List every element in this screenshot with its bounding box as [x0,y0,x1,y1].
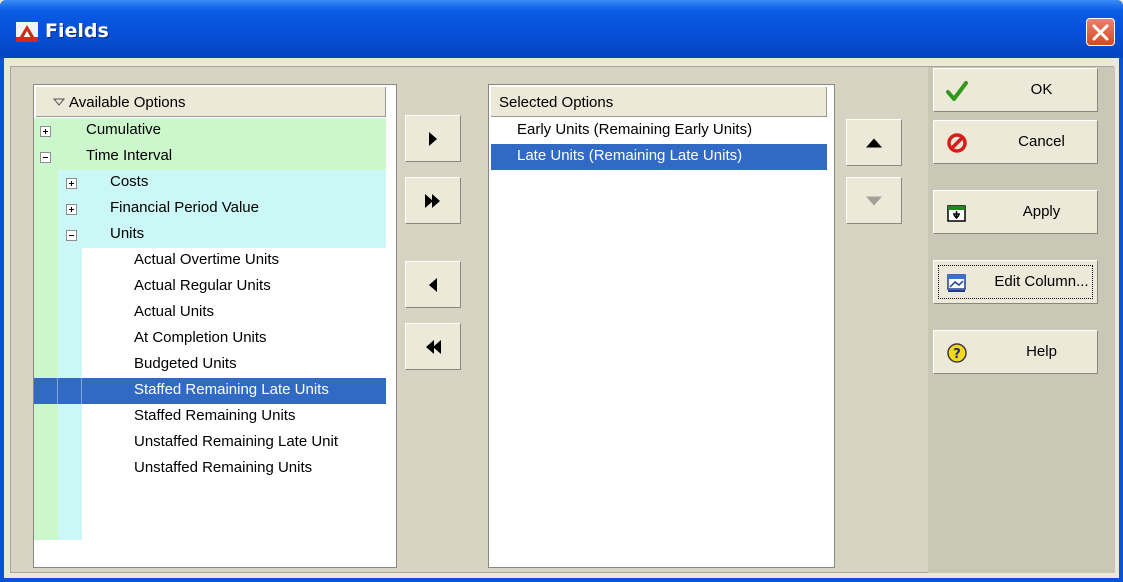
content-area: Available Options Cumulative Time Interv… [10,66,1115,573]
app-icon [16,22,38,42]
tree-item-staffed-remaining-late-units[interactable]: Staffed Remaining Late Units [34,378,386,404]
collapse-triangle-icon [53,98,65,106]
tree-item-label: Actual Units [134,303,215,320]
cancel-button[interactable]: Cancel [933,120,1098,164]
help-button[interactable]: ? Help [933,330,1098,374]
selected-item-label: Late Units (Remaining Late Units) [517,147,743,164]
tree-item-label: Unstaffed Remaining Late Unit [134,433,339,450]
selected-item-label: Early Units (Remaining Early Units) [517,121,753,138]
title-bar[interactable]: Fields [0,0,1123,58]
tree-item-label: Costs [110,173,149,190]
edit-column-icon [947,274,966,292]
tree-item-label: Units [110,225,145,242]
add-all-button[interactable] [405,177,461,224]
dialog-body: Available Options Cumulative Time Interv… [4,58,1119,578]
cancel-label: Cancel [1018,133,1065,150]
close-icon [1092,24,1109,41]
row-divider [81,378,82,404]
expand-icon[interactable] [66,178,77,189]
close-button[interactable] [1086,18,1115,46]
arrow-right-icon [429,131,437,146]
tree-indent-band [34,170,58,540]
tree-item-actual-regular-units[interactable]: Actual Regular Units [82,274,386,300]
apply-button[interactable]: Apply [933,190,1098,234]
fields-dialog: Fields Available Options Cumulative Time… [0,0,1123,582]
selected-item[interactable]: Early Units (Remaining Early Units) [491,118,832,144]
tree-item-at-completion-units[interactable]: At Completion Units [82,326,386,352]
command-panel: OK Cancel Apply Edit Column... ? Help [928,67,1115,573]
help-icon: ? [947,343,967,363]
tree-item-label: Unstaffed Remaining Units [134,459,313,476]
ok-label: OK [1030,81,1053,98]
arrow-up-icon [866,138,882,147]
window-title: Fields [45,20,109,42]
double-arrow-right-icon [425,193,440,208]
tree-item-budgeted-units[interactable]: Budgeted Units [82,352,386,378]
available-options-tree[interactable]: Available Options Cumulative Time Interv… [33,84,397,568]
add-button[interactable] [405,115,461,162]
selected-options-header[interactable]: Selected Options [491,87,827,117]
tree-item-label: Budgeted Units [134,355,237,372]
tree-item-label: Staffed Remaining Late Units [134,381,329,398]
available-options-header[interactable]: Available Options [36,87,386,117]
tree-item-label: Financial Period Value [110,199,259,216]
collapse-icon[interactable] [66,230,77,241]
tree-item-costs[interactable]: Costs [58,170,386,196]
tree-item-financial-period-value[interactable]: Financial Period Value [58,196,386,222]
move-down-button[interactable] [846,177,902,224]
apply-label: Apply [1022,203,1061,220]
svg-text:?: ? [953,347,961,362]
selected-item-active[interactable]: Late Units (Remaining Late Units) [491,144,827,170]
tree-item-units[interactable]: Units [58,222,386,248]
tree-item-unstaffed-remaining-units[interactable]: Unstaffed Remaining Units [82,456,386,482]
tree-item-staffed-remaining-units[interactable]: Staffed Remaining Units [82,404,386,430]
apply-icon [947,205,966,222]
available-options-label: Available Options [69,94,186,111]
tree-item-actual-units[interactable]: Actual Units [82,300,386,326]
remove-button[interactable] [405,261,461,308]
ok-button[interactable]: OK [933,68,1098,112]
double-arrow-left-icon [426,339,441,354]
tree-item-label: Actual Regular Units [134,277,271,294]
expand-icon[interactable] [66,204,77,215]
tree-item-actual-overtime-units[interactable]: Actual Overtime Units [82,248,386,274]
checkmark-icon [946,81,968,101]
expand-icon[interactable] [40,126,51,137]
remove-all-button[interactable] [405,323,461,370]
cancel-icon [947,133,967,153]
arrow-left-icon [429,277,437,292]
tree-item-time-interval[interactable]: Time Interval [34,144,386,170]
tree-item-label: Time Interval [86,147,173,164]
collapse-icon[interactable] [40,152,51,163]
tree-item-cumulative[interactable]: Cumulative [34,118,386,144]
row-divider [57,378,58,404]
tree-gutter [386,85,396,567]
selected-options-list[interactable]: Selected Options Early Units (Remaining … [488,84,835,568]
tree-item-label: At Completion Units [134,329,267,346]
tree-item-label: Staffed Remaining Units [134,407,296,424]
move-up-button[interactable] [846,119,902,166]
tree-item-unstaffed-remaining-late-units[interactable]: Unstaffed Remaining Late Unit [82,430,386,456]
tree-item-label: Cumulative [86,121,162,138]
arrow-down-icon [866,196,882,205]
edit-column-button[interactable]: Edit Column... [933,260,1098,304]
selected-options-label: Selected Options [499,94,614,111]
tree-item-label: Actual Overtime Units [134,251,280,268]
edit-column-label: Edit Column... [994,273,1089,290]
help-label: Help [1026,343,1057,360]
